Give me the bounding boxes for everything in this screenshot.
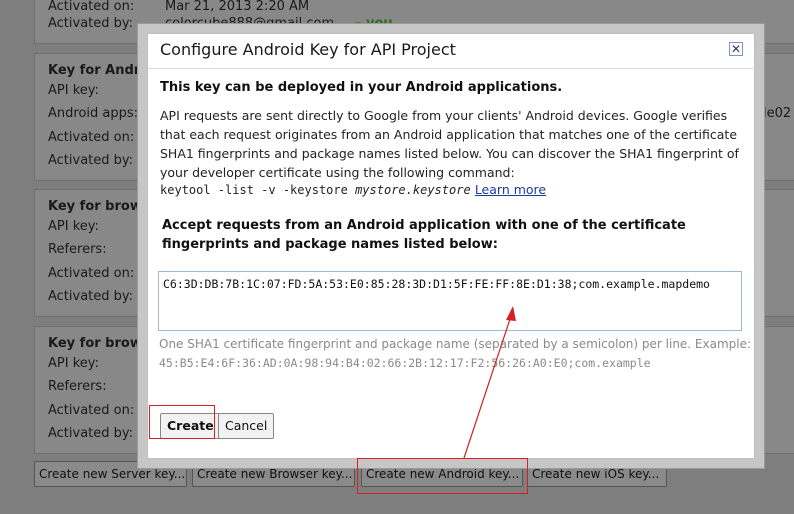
activated-on-label: Activated on:: [48, 130, 135, 145]
dialog-headline: This key can be deployed in your Android…: [160, 80, 563, 95]
android-apps-label: Android apps:: [48, 106, 139, 121]
configure-android-key-dialog: Configure Android Key for API Project ✕ …: [137, 23, 765, 469]
referers-label: Referers:: [48, 242, 107, 257]
referers-label: Referers:: [48, 379, 107, 394]
command-arg: mystore.keystore: [355, 183, 471, 197]
activated-by-label: Activated by:: [48, 289, 134, 304]
activated-by-label: Activated by:: [48, 153, 134, 168]
help-example: 45:B5:E4:6F:36:AD:0A:98:94:B4:02:66:2B:1…: [159, 356, 651, 370]
dialog-body: Configure Android Key for API Project ✕ …: [147, 33, 755, 459]
api-key-label: API key:: [48, 83, 99, 98]
cancel-button[interactable]: Cancel: [218, 413, 275, 439]
learn-more-link[interactable]: Learn more: [475, 182, 546, 197]
fingerprint-textarea[interactable]: C6:3D:DB:7B:1C:07:FD:5A:53:E0:85:28:3D:D…: [158, 271, 742, 331]
activated-on-label: Activated on:: [48, 0, 135, 14]
keytool-command: keytool -list -v -keystore mystore.keyst…: [160, 182, 546, 198]
command-prefix: keytool -list -v -keystore: [160, 183, 356, 197]
dialog-title: Configure Android Key for API Project: [160, 40, 456, 59]
activated-on-value: Mar 21, 2013 2:20 AM: [165, 0, 310, 14]
activated-on-label: Activated on:: [48, 266, 135, 281]
android-apps-value-fragment: le02: [763, 106, 792, 121]
dialog-description: API requests are sent directly to Google…: [160, 108, 739, 180]
api-key-label: API key:: [48, 356, 99, 371]
title-divider: [148, 68, 754, 69]
api-key-label: API key:: [48, 219, 99, 234]
activated-by-label: Activated by:: [48, 16, 134, 31]
activated-by-label: Activated by:: [48, 426, 134, 441]
close-icon[interactable]: ✕: [729, 42, 743, 56]
accept-heading: Accept requests from an Android applicat…: [162, 218, 686, 252]
android-key-button-highlight: [357, 458, 528, 494]
create-button-highlight: [149, 405, 215, 439]
help-text: One SHA1 certificate fingerprint and pac…: [159, 337, 752, 351]
activated-on-label: Activated on:: [48, 403, 135, 418]
